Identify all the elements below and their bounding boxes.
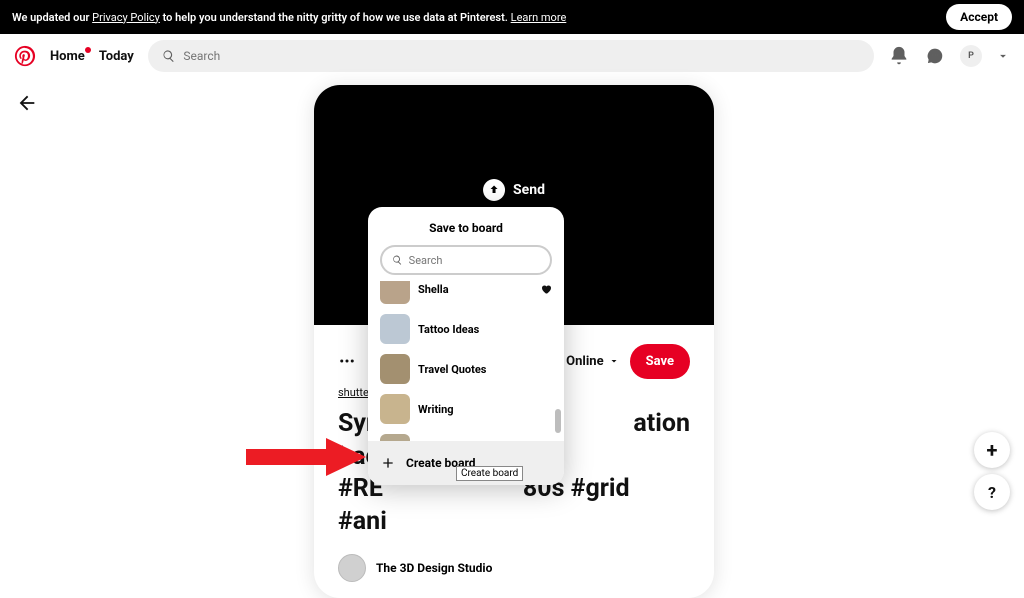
learn-more-link[interactable]: Learn more (511, 11, 567, 24)
chevron-down-icon (608, 355, 620, 367)
privacy-banner: We updated our Privacy Policy to help yo… (0, 0, 1024, 34)
board-label: Tattoo Ideas (418, 323, 479, 336)
banner-middle: to help you understand the nitty gritty … (160, 11, 511, 24)
board-thumb (380, 314, 410, 344)
search-input[interactable] (183, 49, 860, 63)
send-label: Send (513, 182, 545, 198)
save-to-board-popup: Save to board Shella Tattoo Ideas Travel… (368, 207, 564, 485)
author-name: The 3D Design Studio (376, 561, 492, 575)
bell-icon[interactable] (888, 45, 910, 67)
nav-today[interactable]: Today (99, 49, 134, 64)
app-header: Home Today P (0, 34, 1024, 78)
save-button[interactable]: Save (630, 344, 690, 379)
accept-button[interactable]: Accept (946, 4, 1012, 30)
privacy-policy-link[interactable]: Privacy Policy (92, 11, 160, 24)
nav-home[interactable]: Home (50, 49, 85, 64)
board-item-likes[interactable]: Your Pinterest Likes (368, 429, 564, 441)
board-thumb (380, 354, 410, 384)
notification-dot-icon (85, 47, 91, 53)
create-board-tooltip: Create board (456, 466, 523, 481)
board-label: Writing (418, 403, 454, 416)
user-avatar[interactable]: P (960, 45, 982, 67)
board-item-shella[interactable]: Shella (368, 281, 564, 309)
board-item-travel[interactable]: Travel Quotes (368, 349, 564, 389)
banner-prefix: We updated our (12, 11, 92, 24)
board-thumb (380, 281, 410, 304)
board-search-input[interactable] (409, 254, 540, 267)
scrollbar-thumb[interactable] (555, 409, 561, 433)
chevron-down-icon[interactable] (996, 49, 1010, 63)
more-icon[interactable] (338, 352, 356, 370)
board-list: Shella Tattoo Ideas Travel Quotes Writin… (368, 281, 564, 441)
scrollbar-track (555, 281, 561, 441)
search-bar[interactable] (148, 40, 874, 72)
title-part-4: #ani (338, 507, 387, 536)
plus-icon (380, 455, 396, 471)
author-avatar (338, 554, 366, 582)
nav-home-label: Home (50, 49, 85, 64)
title-part-1b: ation (633, 408, 690, 441)
fab-add-button[interactable]: + (974, 432, 1010, 468)
board-thumb (380, 394, 410, 424)
board-item-tattoo[interactable]: Tattoo Ideas (368, 309, 564, 349)
privacy-banner-text: We updated our Privacy Policy to help yo… (12, 11, 566, 24)
heart-icon (540, 283, 552, 295)
search-icon (392, 254, 403, 266)
board-label: Shella (418, 283, 449, 296)
back-arrow-icon[interactable] (16, 92, 38, 114)
fab-help-button[interactable]: ? (974, 474, 1010, 510)
pinterest-logo-icon[interactable] (14, 45, 36, 67)
save-popup-title: Save to board (368, 207, 564, 245)
board-thumb (380, 434, 410, 441)
author-row[interactable]: The 3D Design Studio (338, 554, 690, 582)
board-search[interactable] (380, 245, 552, 275)
send-icon (483, 179, 505, 201)
board-label: Travel Quotes (418, 363, 486, 376)
board-item-writing[interactable]: Writing (368, 389, 564, 429)
send-action[interactable]: Send (483, 179, 545, 201)
search-icon (162, 49, 176, 63)
chat-icon[interactable] (924, 45, 946, 67)
